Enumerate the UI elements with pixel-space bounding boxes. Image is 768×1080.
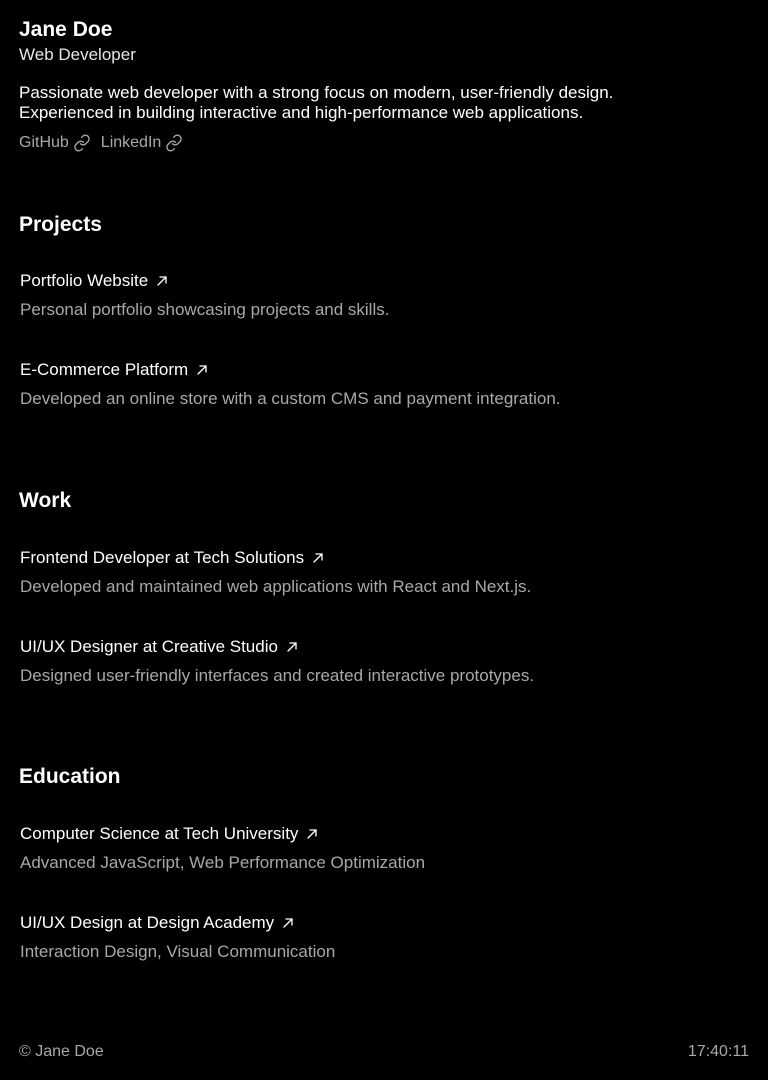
education-description: Advanced JavaScript, Web Performance Opt…	[20, 853, 426, 872]
education-link[interactable]: UI/UX Design at Design Academy	[20, 912, 296, 934]
education-link[interactable]: Computer Science at Tech University	[20, 823, 320, 845]
copyright-text: © Jane Doe	[19, 1043, 104, 1060]
work-title: Frontend Developer at Tech Solutions	[20, 548, 305, 567]
link-icon	[74, 134, 90, 152]
arrow-up-right-icon	[197, 365, 207, 375]
work-item: Frontend Developer at Tech Solutions Dev…	[20, 547, 740, 598]
profile-name: Jane Doe	[19, 18, 113, 41]
arrow-up-right-icon	[307, 829, 318, 839]
project-description: Developed an online store with a custom …	[20, 389, 561, 408]
work-link[interactable]: Frontend Developer at Tech Solutions	[20, 547, 326, 569]
project-item: Portfolio Website Personal portfolio sho…	[20, 270, 740, 321]
work-title: UI/UX Designer at Creative Studio	[20, 637, 278, 656]
education-section: Education Computer Science at Tech Unive…	[19, 765, 749, 961]
education-title: Computer Science at Tech University	[20, 824, 299, 843]
github-link[interactable]: GitHub	[19, 133, 91, 153]
link-icon	[166, 134, 183, 152]
arrow-up-right-icon	[157, 276, 167, 286]
arrow-up-right-icon	[283, 918, 293, 928]
work-description: Developed and maintained web application…	[20, 577, 532, 596]
profile-role: Web Developer	[19, 45, 136, 64]
project-title: Portfolio Website	[20, 271, 149, 290]
linkedin-link-label: LinkedIn	[100, 134, 162, 151]
arrow-up-right-icon	[313, 553, 323, 563]
project-link[interactable]: Portfolio Website	[20, 270, 170, 292]
section-title-education: Education	[19, 765, 121, 788]
profile-page: Jane Doe Web Developer Passionate web de…	[19, 18, 749, 961]
work-item: UI/UX Designer at Creative Studio Design…	[20, 636, 740, 687]
page-footer: © Jane Doe 17:40:11	[19, 1041, 749, 1063]
work-description: Designed user-friendly interfaces and cr…	[20, 666, 535, 685]
social-links: GitHub LinkedIn	[19, 133, 749, 153]
projects-section: Projects Portfolio Website Personal port…	[19, 213, 749, 408]
project-description: Personal portfolio showcasing projects a…	[20, 300, 390, 319]
education-description: Interaction Design, Visual Communication	[20, 942, 336, 961]
education-title: UI/UX Design at Design Academy	[20, 913, 275, 932]
education-item: Computer Science at Tech University Adva…	[20, 823, 740, 874]
profile-bio: Passionate web developer with a strong f…	[19, 83, 739, 123]
bio-line: Experienced in building interactive and …	[19, 103, 584, 122]
project-item: E-Commerce Platform Developed an online …	[20, 359, 740, 410]
work-section: Work Frontend Developer at Tech Solution…	[19, 489, 749, 685]
work-link[interactable]: UI/UX Designer at Creative Studio	[20, 636, 300, 658]
project-title: E-Commerce Platform	[20, 360, 189, 379]
linkedin-link[interactable]: LinkedIn	[101, 133, 184, 153]
section-title-projects: Projects	[19, 213, 102, 236]
education-item: UI/UX Design at Design Academy Interacti…	[20, 912, 740, 963]
section-title-work: Work	[19, 489, 72, 512]
clock-time: 17:40:11	[687, 1043, 749, 1060]
project-link[interactable]: E-Commerce Platform	[20, 359, 210, 381]
github-link-label: GitHub	[19, 134, 69, 151]
arrow-up-right-icon	[287, 642, 297, 652]
bio-line: Passionate web developer with a strong f…	[19, 83, 614, 102]
